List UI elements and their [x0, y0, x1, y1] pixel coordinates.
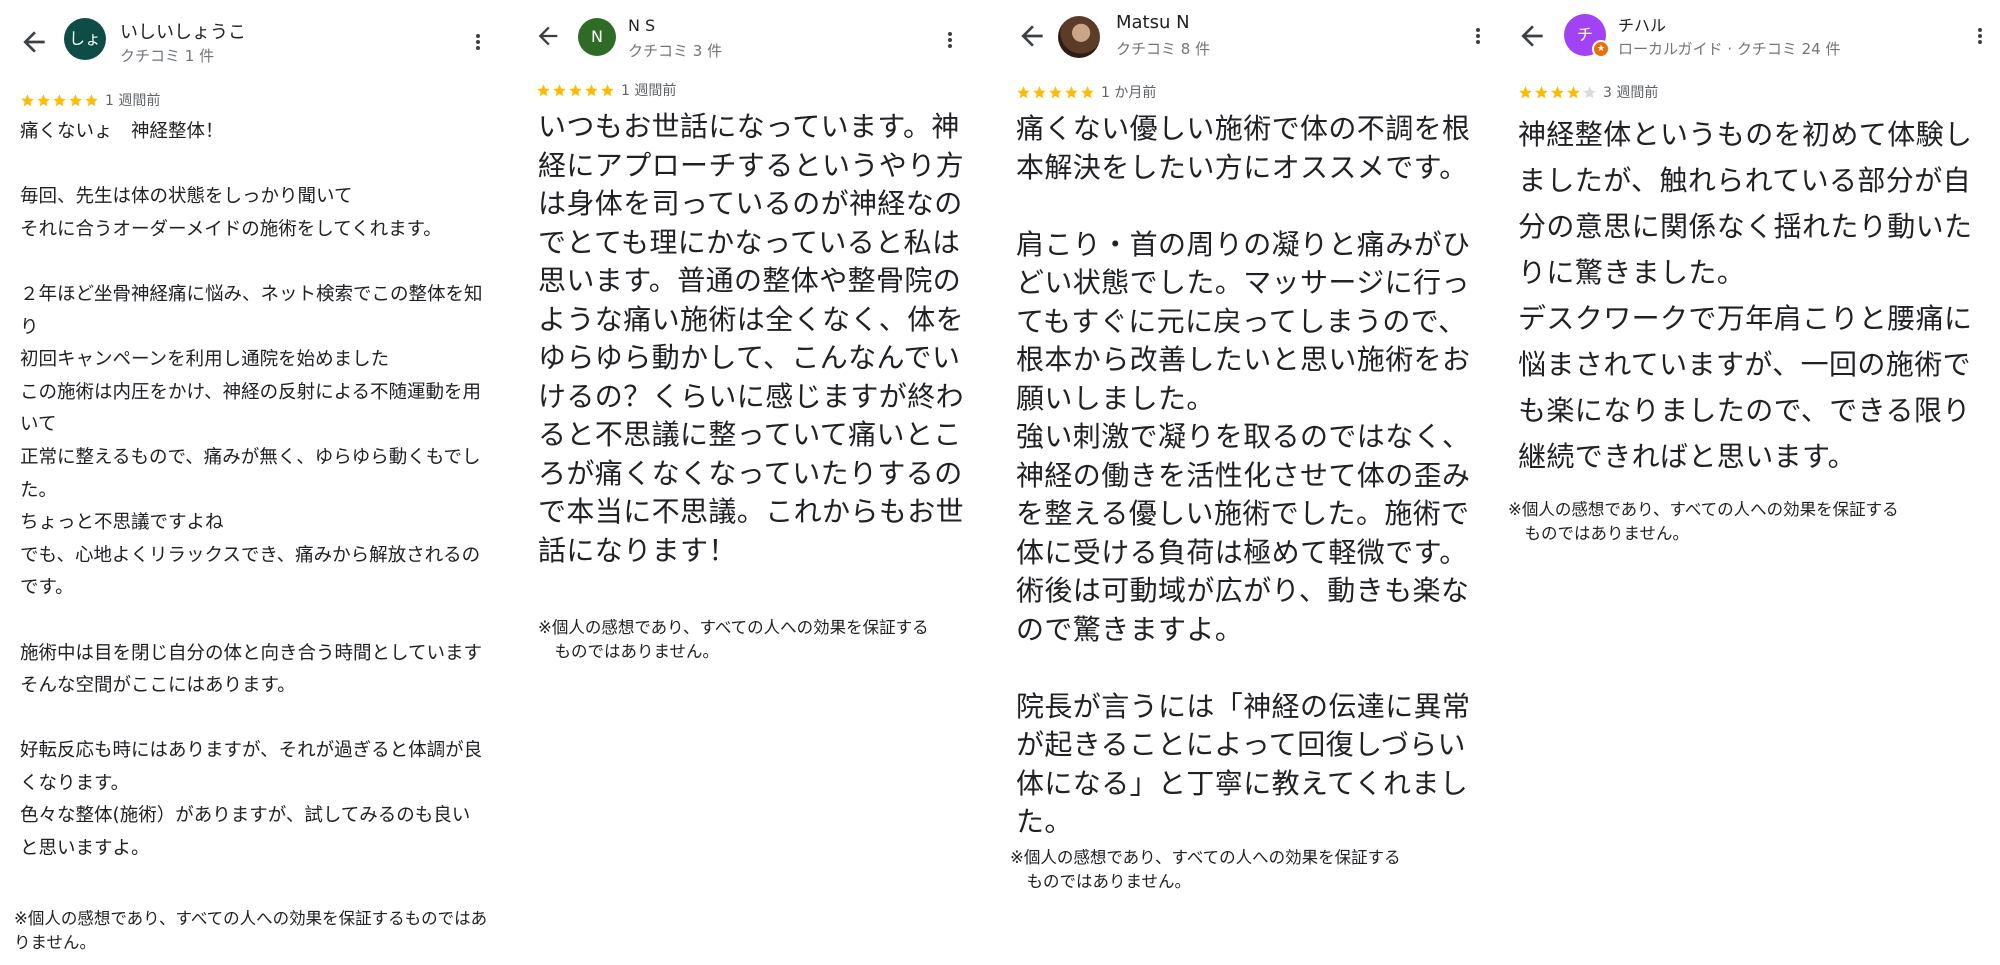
- back-arrow-icon[interactable]: [534, 22, 562, 50]
- star-icon: [1049, 85, 1062, 98]
- reviewer-review-count: クチコミ 1 件: [120, 47, 215, 65]
- review-text: いつもお世話になっています。神経にアプローチするというやり方は身体を司っているの…: [538, 110, 965, 567]
- review-date: 3 週間前: [1603, 85, 1659, 101]
- local-guide-badge-icon: ★: [1592, 40, 1610, 58]
- review-text: 神経整体というものを初めて体験しましたが、触れられている部分が自分の意思に関係な…: [1518, 118, 1973, 473]
- star-icon: [1567, 85, 1580, 98]
- star-icon: [569, 83, 582, 96]
- reviewer-avatar[interactable]: [1058, 16, 1100, 58]
- avatar-photo: [1058, 16, 1100, 58]
- star-icon: [585, 83, 598, 96]
- disclaimer-note: ※個人の感想であり、すべての人への効果を保証するものではありません。: [14, 909, 488, 952]
- star-rating: [1518, 85, 1597, 100]
- review-panel-4: チ ★ チハル ローカルガイド · クチコミ 24 件 3 週間前 神経整体とい…: [1500, 0, 2000, 965]
- review-date: 1 週間前: [105, 93, 161, 109]
- more-options-icon[interactable]: [1968, 20, 1992, 52]
- star-icon: [1081, 85, 1094, 98]
- star-icon: [53, 93, 66, 106]
- review-header: チ ★ チハル ローカルガイド · クチコミ 24 件: [1500, 12, 2000, 76]
- review-panel-3: Matsu N クチコミ 8 件 1 か月前 痛くない優しい施術で体の不調を根本…: [1000, 0, 1500, 965]
- reviewer-name[interactable]: チハル: [1618, 12, 1666, 36]
- rating-row: 1 か月前: [1016, 82, 1156, 102]
- disclaimer-note: ※個人の感想であり、すべての人への効果を保証する ものではありません。: [1010, 848, 1401, 891]
- disclaimer-note: ※個人の感想であり、すべての人への効果を保証する ものではありません。: [538, 618, 929, 661]
- reviewer-avatar[interactable]: N: [578, 18, 616, 56]
- review-panel-2: N N S クチコミ 3 件 1 週間前 いつもお世話になっています。神経にアプ…: [502, 0, 1000, 965]
- star-icon: [1065, 85, 1078, 98]
- rating-row: 1 週間前: [20, 90, 160, 110]
- star-icon: [1033, 85, 1046, 98]
- star-icon: [553, 83, 566, 96]
- star-icon: [537, 83, 550, 96]
- star-rating: [1016, 85, 1095, 100]
- review-header: N N S クチコミ 3 件: [502, 12, 1000, 76]
- more-options-icon[interactable]: [466, 26, 490, 58]
- star-icon: [1017, 85, 1030, 98]
- review-header: しょ いしいしょうこ クチコミ 1 件: [0, 12, 502, 76]
- rating-row: 1 週間前: [536, 80, 676, 100]
- review-text: 痛くない優しい施術で体の不調を根本解決をしたい方にオススメです。 肩こり・首の周…: [1016, 112, 1471, 838]
- reviewer-name[interactable]: いしいしょうこ: [120, 18, 246, 44]
- reviewer-name[interactable]: Matsu N: [1116, 12, 1190, 33]
- reviewer-name[interactable]: N S: [628, 16, 655, 35]
- star-icon: [21, 93, 34, 106]
- more-options-icon[interactable]: [1466, 20, 1490, 52]
- star-icon: [69, 93, 82, 106]
- star-icon: [85, 93, 98, 106]
- reviewer-review-count: クチコミ 3 件: [628, 42, 723, 60]
- star-icon: [37, 93, 50, 106]
- back-arrow-icon[interactable]: [18, 26, 50, 58]
- reviewer-review-count: クチコミ 8 件: [1116, 40, 1211, 58]
- disclaimer-note: ※個人の感想であり、すべての人への効果を保証する ものではありません。: [1508, 500, 1899, 543]
- star-icon: [1535, 85, 1548, 98]
- star-icon: [601, 83, 614, 96]
- review-text: 痛くないょ 神経整体！ 毎回、先生は体の状態をしっかり聞いて それに合うオーダー…: [20, 121, 483, 860]
- reviewer-review-count: ローカルガイド · クチコミ 24 件: [1618, 40, 1841, 58]
- back-arrow-icon[interactable]: [1016, 20, 1048, 52]
- star-rating: [20, 93, 99, 108]
- review-panel-1: しょ いしいしょうこ クチコミ 1 件 1 週間前 痛くないょ 神経整体！ 毎回…: [0, 0, 502, 965]
- reviewer-avatar[interactable]: しょ: [64, 18, 106, 60]
- review-date: 1 か月前: [1101, 85, 1157, 101]
- back-arrow-icon[interactable]: [1516, 20, 1548, 52]
- more-options-icon[interactable]: [938, 24, 962, 56]
- star-icon: [1519, 85, 1532, 98]
- star-rating: [536, 83, 615, 98]
- rating-row: 3 週間前: [1518, 82, 1658, 102]
- review-header: Matsu N クチコミ 8 件: [1000, 12, 1500, 76]
- star-empty-icon: [1583, 85, 1596, 98]
- review-date: 1 週間前: [621, 83, 677, 99]
- star-icon: [1551, 85, 1564, 98]
